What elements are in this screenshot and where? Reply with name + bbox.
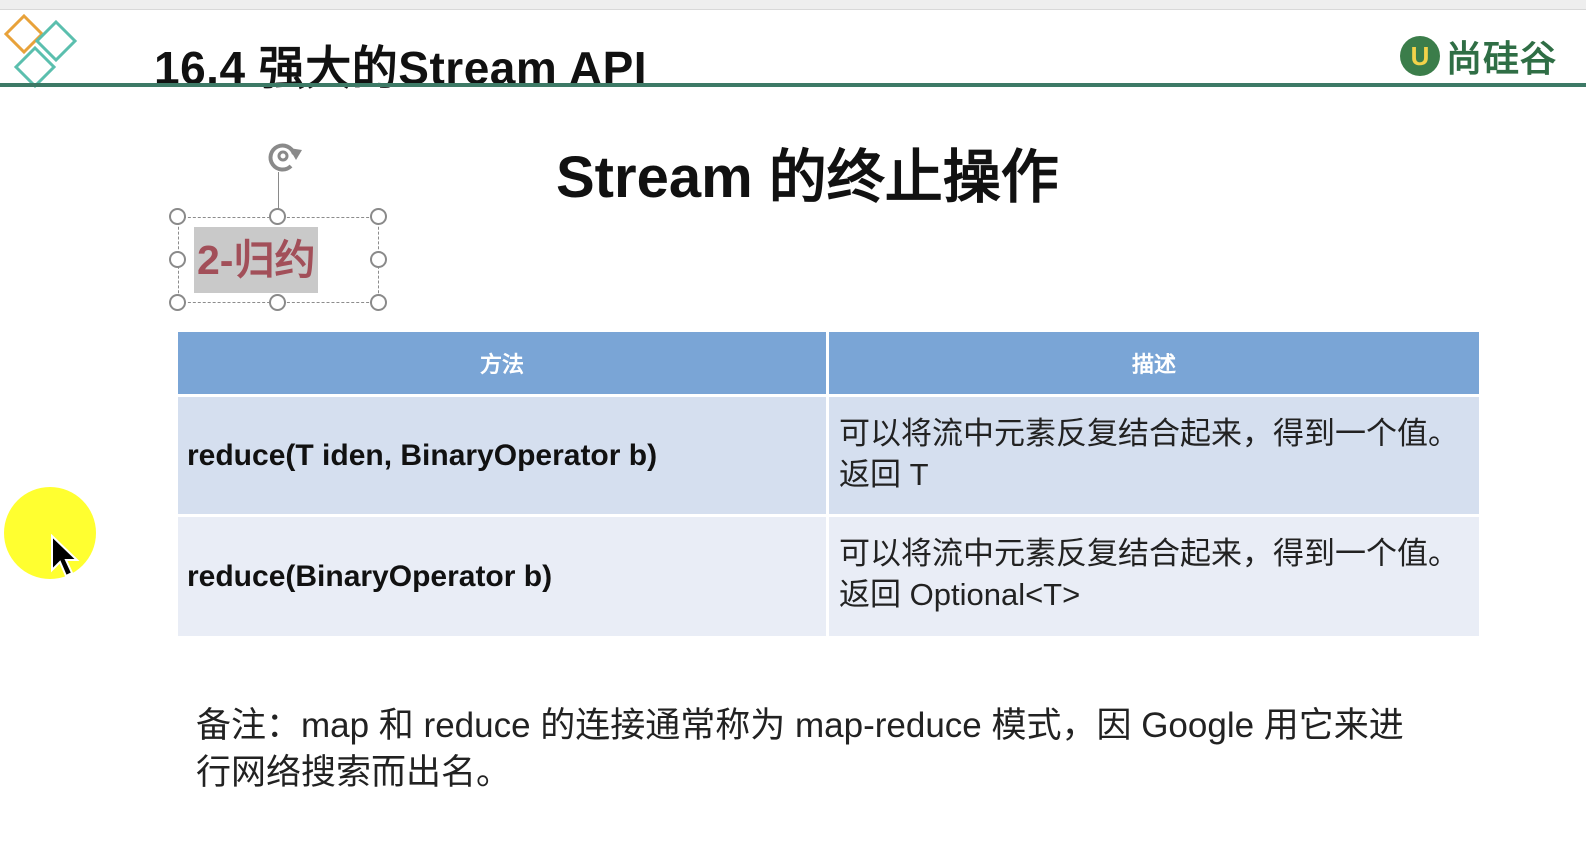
rotate-handle-icon[interactable] [258, 136, 308, 176]
subtitle-textbox[interactable]: 2-归约 [194, 227, 319, 293]
header-divider [0, 83, 1586, 87]
resize-handle-bottom[interactable] [269, 294, 286, 311]
slide-header-title: 16.4 强大的Stream API [154, 42, 648, 94]
slide-header: 16.4 强大的Stream API U 尚硅谷 [0, 10, 1586, 94]
resize-handle-top-right[interactable] [370, 208, 387, 225]
resize-handle-right[interactable] [370, 251, 387, 268]
brand-name: 尚硅谷 [1446, 38, 1558, 79]
reduce-methods-table: 方法 描述 reduce(T iden, BinaryOperator b) 可… [178, 332, 1479, 636]
diamond-logo-icon [3, 14, 78, 89]
slide-note: 备注：map 和 reduce 的连接通常称为 map-reduce 模式，因 … [196, 706, 1404, 792]
resize-handle-bottom-right[interactable] [370, 294, 387, 311]
svg-text:U: U [1411, 41, 1430, 71]
brand-u-icon: U [1400, 36, 1440, 76]
resize-handle-top[interactable] [269, 208, 286, 225]
table-row: reduce(BinaryOperator b) 可以将流中元素反复结合起来，得… [178, 514, 1479, 636]
mouse-pointer-icon [51, 534, 80, 578]
header-description: 描述 [829, 332, 1479, 394]
description-cell: 可以将流中元素反复结合起来，得到一个值。返回 T [829, 394, 1479, 514]
brand-logo: U 尚硅谷 [1398, 30, 1586, 82]
resize-handle-top-left[interactable] [169, 208, 186, 225]
method-cell: reduce(BinaryOperator b) [178, 514, 829, 636]
slide-title: Stream 的终止操作 [556, 145, 1059, 210]
header-method: 方法 [178, 332, 829, 394]
window-top-strip [0, 0, 1586, 10]
table-header-row: 方法 描述 [178, 332, 1479, 394]
resize-handle-left[interactable] [169, 251, 186, 268]
resize-handle-bottom-left[interactable] [169, 294, 186, 311]
description-cell: 可以将流中元素反复结合起来，得到一个值。返回 Optional<T> [829, 514, 1479, 636]
table-row: reduce(T iden, BinaryOperator b) 可以将流中元素… [178, 394, 1479, 514]
method-cell: reduce(T iden, BinaryOperator b) [178, 394, 829, 514]
